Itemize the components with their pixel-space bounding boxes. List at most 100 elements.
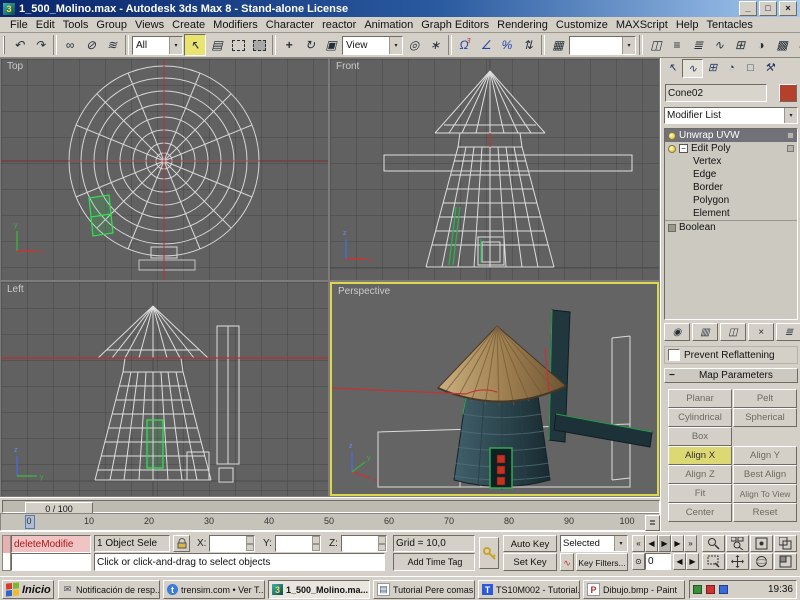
- stack-item-border[interactable]: Border: [665, 181, 797, 194]
- default-in-out-tangents-button[interactable]: ∿: [560, 553, 574, 571]
- minimize-button[interactable]: _: [739, 1, 757, 16]
- y-coordinate-field[interactable]: [275, 535, 321, 552]
- expand-collapse-icon[interactable]: −: [679, 144, 688, 153]
- arc-rotate-button[interactable]: [750, 553, 773, 570]
- select-by-name-button[interactable]: ▤: [207, 35, 227, 55]
- use-pivot-center-button[interactable]: ◎: [404, 35, 424, 55]
- stack-item-element[interactable]: Element: [665, 207, 797, 220]
- cylindrical-button[interactable]: Cylindrical: [668, 408, 732, 427]
- set-key-button[interactable]: Set Key: [503, 553, 557, 571]
- menu-help[interactable]: Help: [672, 19, 703, 31]
- start-button[interactable]: Inicio: [2, 580, 54, 599]
- unlink-selection-button[interactable]: ⊘: [81, 35, 101, 55]
- menu-rendering[interactable]: Rendering: [493, 19, 552, 31]
- menu-views[interactable]: Views: [131, 19, 168, 31]
- render-scene-button[interactable]: ▩: [772, 35, 792, 55]
- curve-editor-button[interactable]: ∿: [709, 35, 729, 55]
- layer-manager-button[interactable]: ≣: [688, 35, 708, 55]
- key-mode-toggle-button[interactable]: ⊙: [632, 553, 645, 570]
- selection-set-dropdown[interactable]: Selected ▾: [560, 535, 628, 552]
- mirror-button[interactable]: ◫: [646, 35, 666, 55]
- menu-modifiers[interactable]: Modifiers: [209, 19, 262, 31]
- zoom-extents-button[interactable]: [750, 535, 773, 552]
- viewport-left[interactable]: Left: [1, 282, 328, 496]
- tab-create[interactable]: ↖: [663, 59, 682, 76]
- bind-to-space-warp-button[interactable]: ≋: [102, 35, 122, 55]
- stack-item-boolean[interactable]: Boolean: [665, 220, 797, 234]
- align-z-button[interactable]: Align Z: [668, 465, 732, 484]
- maxscript-mini-listener[interactable]: deleteModifie: [11, 535, 91, 553]
- taskbar-item-browser[interactable]: t trensim.com • Ver T...: [163, 580, 265, 599]
- redo-button[interactable]: ↷: [30, 35, 50, 55]
- spherical-button[interactable]: Spherical: [733, 408, 797, 427]
- reference-coordinate-dropdown[interactable]: View ▾: [342, 36, 403, 55]
- show-end-result-button[interactable]: ▥: [692, 323, 718, 341]
- viewport-perspective[interactable]: Perspective: [330, 282, 659, 496]
- menu-animation[interactable]: Animation: [360, 19, 417, 31]
- viewport-top[interactable]: Top: [1, 59, 328, 280]
- select-and-scale-button[interactable]: ▣: [321, 35, 341, 55]
- select-and-rotate-button[interactable]: ↻: [300, 35, 320, 55]
- toolbar-grip[interactable]: [3, 36, 5, 54]
- play-animation-button[interactable]: ▶: [658, 535, 671, 552]
- object-name-field[interactable]: Cone02: [665, 84, 767, 102]
- menu-maxscript[interactable]: MAXScript: [612, 19, 672, 31]
- select-object-button[interactable]: ↖: [184, 34, 206, 56]
- spinner-snap-button[interactable]: ⇅: [518, 35, 538, 55]
- previous-frame-button[interactable]: ◀: [645, 535, 658, 552]
- stack-item-unwrap-uvw[interactable]: Unwrap UVW: [665, 129, 797, 142]
- align-x-button[interactable]: Align X: [668, 446, 732, 465]
- taskbar-item-tutorial-doc[interactable]: ▤ Tutorial Pere comas 3d: [373, 580, 475, 599]
- go-to-end-button[interactable]: »: [684, 535, 697, 552]
- quick-render-button[interactable]: ♨: [793, 35, 800, 55]
- percent-snap-button[interactable]: %: [497, 35, 517, 55]
- tab-motion[interactable]: ◔: [722, 59, 741, 76]
- modifier-onoff-bulb-icon[interactable]: [668, 145, 676, 153]
- y-spinner[interactable]: [312, 536, 320, 551]
- remove-modifier-button[interactable]: ×: [748, 323, 774, 341]
- tab-modify[interactable]: ∿: [682, 59, 703, 78]
- x-coordinate-field[interactable]: [209, 535, 255, 552]
- add-time-tag[interactable]: Add Time Tag: [393, 553, 475, 571]
- menu-create[interactable]: Create: [168, 19, 209, 31]
- center-button[interactable]: Center: [668, 503, 732, 522]
- taskbar-item-notification[interactable]: ✉ Notificación de resp...: [58, 580, 160, 599]
- selection-lock-button[interactable]: [173, 535, 190, 552]
- z-coordinate-field[interactable]: [341, 535, 387, 552]
- current-frame-field[interactable]: 0: [645, 553, 671, 570]
- best-align-button[interactable]: Best Align: [733, 465, 797, 484]
- material-editor-button[interactable]: ◑: [751, 35, 771, 55]
- named-selection-sets-dropdown[interactable]: ▾: [569, 36, 636, 55]
- previous-key-button[interactable]: ◀: [673, 553, 686, 570]
- min-max-toggle-button[interactable]: [774, 553, 797, 570]
- menu-tentacles[interactable]: Tentacles: [702, 19, 756, 31]
- menu-character[interactable]: Character: [262, 19, 318, 31]
- select-and-move-button[interactable]: +: [279, 35, 299, 55]
- menu-tools[interactable]: Tools: [59, 19, 93, 31]
- maximize-button[interactable]: □: [759, 1, 777, 16]
- reset-button[interactable]: Reset: [733, 503, 797, 522]
- snap-toggle-button[interactable]: Ω3: [455, 35, 475, 55]
- x-spinner[interactable]: [246, 536, 254, 551]
- time-slider-track[interactable]: 0 / 100: [2, 500, 660, 513]
- viewport-front[interactable]: Front: [330, 59, 659, 280]
- pelt-button[interactable]: Pelt: [733, 389, 797, 408]
- key-filters-button[interactable]: Key Filters...: [576, 553, 628, 571]
- menu-group[interactable]: Group: [92, 19, 131, 31]
- configure-modifier-sets-button[interactable]: ≣: [776, 323, 800, 341]
- align-button[interactable]: ≡: [667, 35, 687, 55]
- next-key-button[interactable]: ▶: [686, 553, 699, 570]
- window-crossing-button[interactable]: [249, 35, 269, 55]
- taskbar-item-3dsmax-active[interactable]: 3 1_500_Molino.ma...: [268, 580, 370, 599]
- stack-item-edit-poly[interactable]: − Edit Poly: [665, 142, 797, 155]
- auto-key-button[interactable]: Auto Key: [503, 535, 557, 552]
- tab-hierarchy[interactable]: ⊞: [703, 59, 722, 76]
- rectangular-selection-region-button[interactable]: [228, 35, 248, 55]
- zoom-button[interactable]: [702, 535, 725, 552]
- select-and-link-button[interactable]: ∞: [60, 35, 80, 55]
- taskbar-item-paint[interactable]: P Dibujo.bmp - Paint: [583, 580, 685, 599]
- box-button[interactable]: Box: [668, 427, 732, 446]
- z-spinner[interactable]: [378, 536, 386, 551]
- modifier-list-dropdown[interactable]: Modifier List ▾: [664, 107, 798, 124]
- menu-file[interactable]: File: [6, 19, 32, 31]
